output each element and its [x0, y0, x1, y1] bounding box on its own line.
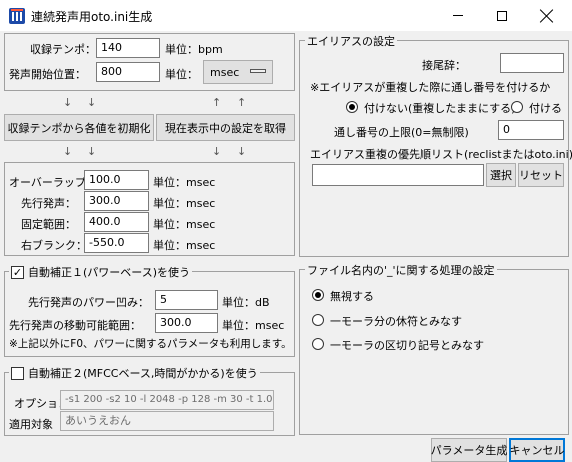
- autocorrect2-header: 自動補正２(MFCCベース,時間がかかる)を使う: [9, 365, 260, 381]
- close-button[interactable]: [525, 0, 569, 31]
- start-label: 発声開始位置：: [9, 68, 86, 81]
- alias-title: エイリアスの設定: [305, 33, 397, 49]
- move-range-input[interactable]: 300.0: [155, 313, 218, 333]
- arrow-down-icon: ↓: [87, 145, 97, 158]
- power-dip-input[interactable]: 5: [155, 290, 218, 310]
- priority-list-label: エイリアス重複の優先順リスト(reclistまたはoto.ini)：: [310, 148, 572, 161]
- app-icon: [9, 8, 25, 24]
- underscore-ignore-radio[interactable]: [312, 289, 324, 301]
- suffix-input[interactable]: [500, 53, 564, 73]
- radio-no-number-label: 付けない(重複したままにする): [364, 102, 516, 115]
- fixed-range-unit: 単位：msec: [153, 218, 216, 231]
- unit-dropdown[interactable]: msec: [203, 60, 273, 84]
- underscore-rest-label: 一モーラ分の休符とみなす: [330, 315, 462, 328]
- overlap-input[interactable]: 100.0: [84, 170, 149, 190]
- number-limit-label: 通し番号の上限(0=無制限): [334, 126, 469, 139]
- maximize-icon: [497, 10, 507, 21]
- arrow-up-icon: ↑: [212, 96, 222, 109]
- duplicate-note: ※エイリアスが重複した際に通し番号を付けるか: [310, 81, 551, 94]
- move-range-label: 先行発声の移動可能範囲：: [9, 319, 141, 332]
- arrow-down-icon: ↓: [63, 145, 73, 158]
- suffix-label: 接尾辞：: [422, 59, 466, 72]
- underscore-separator-label: 一モーラの区切り記号とみなす: [330, 339, 484, 352]
- chevron-down-icon: [250, 69, 266, 73]
- get-current-settings-button[interactable]: 現在表示中の設定を取得: [156, 114, 295, 141]
- start-position-input[interactable]: 800: [96, 62, 160, 82]
- priority-list-input[interactable]: [312, 164, 484, 186]
- power-dip-label: 先行発声のパワー凹み：: [28, 296, 149, 309]
- arrow-down-icon: ↓: [63, 96, 73, 109]
- tempo-input[interactable]: 140: [96, 38, 160, 58]
- right-blank-unit: 単位：msec: [153, 239, 216, 252]
- move-range-unit: 単位：msec: [222, 319, 285, 332]
- autocorrect2-checkbox[interactable]: [11, 366, 24, 380]
- maximize-button[interactable]: [480, 0, 524, 31]
- window-title: 連続発声用oto.ini生成: [31, 10, 153, 24]
- preutterance-input[interactable]: 300.0: [84, 191, 149, 211]
- underscore-separator-radio[interactable]: [312, 338, 324, 350]
- start-unit-label: 単位：: [165, 68, 198, 81]
- minimize-button[interactable]: [436, 0, 480, 31]
- number-limit-input[interactable]: 0: [498, 120, 564, 140]
- reset-button[interactable]: リセット: [518, 163, 564, 187]
- arrow-down-icon: ↓: [237, 145, 247, 158]
- autocorrect1-note: ※上記以外にF0、パワーに関するパラメータも利用します。: [9, 338, 292, 350]
- fixed-range-input[interactable]: 400.0: [84, 212, 149, 232]
- cancel-button[interactable]: キャンセル: [509, 438, 565, 462]
- power-dip-unit: 単位：dB: [222, 296, 270, 309]
- autocorrect2-title: 自動補正２(MFCCベース,時間がかかる)を使う: [28, 367, 258, 380]
- underscore-rest-radio[interactable]: [312, 314, 324, 326]
- target-label: 適用対象: [9, 418, 53, 431]
- right-blank-input[interactable]: -550.0: [84, 233, 149, 253]
- radio-no-number[interactable]: [346, 101, 358, 113]
- fixed-range-label: 固定範囲：: [21, 218, 76, 231]
- generate-button[interactable]: パラメータ生成: [431, 438, 507, 462]
- minimize-icon: [453, 15, 463, 16]
- arrow-up-icon: ↑: [237, 96, 247, 109]
- unit-dropdown-value: msec: [210, 65, 240, 79]
- target-input[interactable]: あいうえおん: [60, 411, 274, 431]
- arrow-down-icon: ↓: [212, 145, 222, 158]
- overlap-unit: 単位：msec: [153, 176, 216, 189]
- tempo-unit: 単位：bpm: [165, 43, 223, 56]
- radio-add-number-label: 付ける: [529, 102, 562, 115]
- right-blank-label: 右ブランク：: [21, 239, 87, 252]
- underscore-ignore-label: 無視する: [330, 290, 374, 303]
- preutterance-unit: 単位：msec: [153, 197, 216, 210]
- filename-title: ファイル名内の'_'に関する処理の設定: [305, 262, 497, 278]
- options-input[interactable]: -s1 200 -s2 10 -l 2048 -p 128 -m 30 -t 1…: [60, 390, 274, 410]
- radio-add-number[interactable]: [511, 101, 523, 113]
- tempo-label: 収録テンポ：: [30, 43, 96, 56]
- title-bar: 連続発声用oto.ini生成: [0, 0, 572, 31]
- autocorrect1-checkbox[interactable]: ✓: [11, 265, 24, 279]
- close-icon: [540, 9, 554, 23]
- preutterance-label: 先行発声：: [21, 197, 76, 210]
- autocorrect1-title: 自動補正１(パワーベース)を使う: [28, 266, 191, 279]
- select-button[interactable]: 選択: [486, 163, 516, 187]
- arrow-down-icon: ↓: [87, 96, 97, 109]
- init-from-tempo-button[interactable]: 収録テンポから各値を初期化: [4, 114, 154, 141]
- autocorrect1-header: ✓ 自動補正１(パワーベース)を使う: [9, 264, 193, 280]
